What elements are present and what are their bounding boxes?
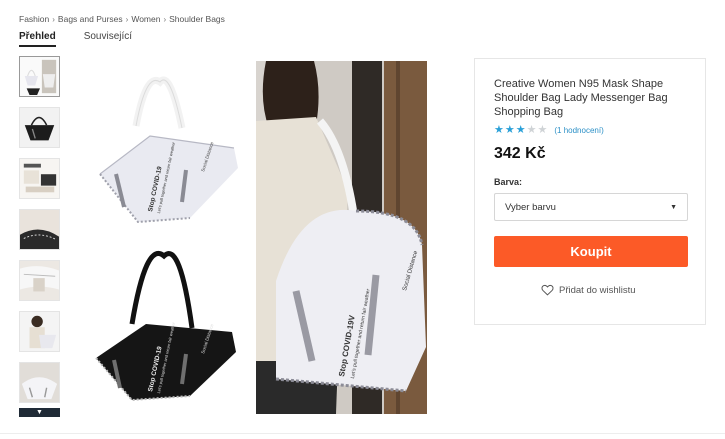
color-select[interactable]: Vyber barvu ▼ [494, 193, 688, 221]
breadcrumb-link-fashion[interactable]: Fashion [19, 14, 49, 24]
black-bag-thumbnail-icon [20, 108, 59, 147]
buy-button[interactable]: Koupit [494, 236, 688, 267]
product-tabs: Přehled Související [19, 31, 132, 47]
breadcrumb: Fashion › Bags and Purses › Women › Shou… [19, 14, 225, 24]
divider [0, 433, 725, 434]
breadcrumb-link-shoulder-bags[interactable]: Shoulder Bags [169, 14, 225, 24]
tab-overview[interactable]: Přehled [19, 31, 56, 47]
main-product-image[interactable]: Stop COVID-19 Let's pull together and re… [86, 62, 246, 414]
bag-interior-thumbnail-icon [20, 261, 59, 300]
thumbnail-3[interactable] [19, 158, 60, 199]
thumbnail-5[interactable] [19, 260, 60, 301]
thumbnail-2[interactable] [19, 107, 60, 148]
color-select-value: Vyber barvu [505, 201, 556, 213]
breadcrumb-separator: › [125, 14, 129, 24]
model-wearing-thumbnail-icon [20, 312, 59, 351]
breadcrumb-separator: › [52, 14, 55, 24]
product-rating[interactable]: ★ ★ ★ ★ ★ (1 hodnocení) [494, 125, 604, 136]
star-icon: ★ [537, 124, 548, 136]
tab-related[interactable]: Související [84, 31, 132, 47]
caret-down-icon: ▼ [670, 203, 677, 211]
product-price: 342 Kč [494, 145, 546, 162]
model-product-image[interactable]: Stop COVID-19V Let's pull together and r… [256, 61, 427, 414]
star-icon: ★ [504, 124, 515, 136]
bag-closeup-thumbnail-icon [20, 210, 59, 249]
breadcrumb-separator: › [163, 14, 167, 24]
thumbnails-scroll-down-button[interactable]: ▼ [19, 408, 60, 417]
star-icon: ★ [515, 124, 526, 136]
chevron-down-icon: ▼ [36, 409, 43, 416]
wishlist-label: Přidat do wishlistu [559, 284, 636, 296]
breadcrumb-link-bags-and-purses[interactable]: Bags and Purses [58, 14, 123, 24]
thumbnail-1[interactable] [19, 56, 60, 97]
add-to-wishlist-button[interactable]: Přidat do wishlistu [541, 284, 636, 296]
thumbnail-7[interactable] [19, 362, 60, 403]
star-icon: ★ [494, 124, 504, 136]
bag-angle-thumbnail-icon [20, 363, 59, 402]
rating-count-link[interactable]: (1 hodnocení) [554, 126, 603, 135]
bag-detail-thumbnail-icon [20, 159, 59, 198]
color-label: Barva: [494, 177, 523, 187]
model-with-bag-image: Stop COVID-19V Let's pull together and r… [256, 61, 427, 414]
thumbnail-6[interactable] [19, 311, 60, 352]
product-title: Creative Women N95 Mask Shape Shoulder B… [494, 78, 668, 118]
heart-icon [541, 284, 554, 296]
thumbnail-strip: ▼ [19, 56, 60, 417]
product-bags-image: Stop COVID-19 Let's pull together and re… [86, 62, 246, 414]
breadcrumb-link-women[interactable]: Women [131, 14, 160, 24]
bag-pair-thumbnail-icon [20, 57, 59, 96]
star-icon: ★ [526, 124, 537, 136]
thumbnail-4[interactable] [19, 209, 60, 250]
product-purchase-panel: Creative Women N95 Mask Shape Shoulder B… [474, 58, 706, 325]
